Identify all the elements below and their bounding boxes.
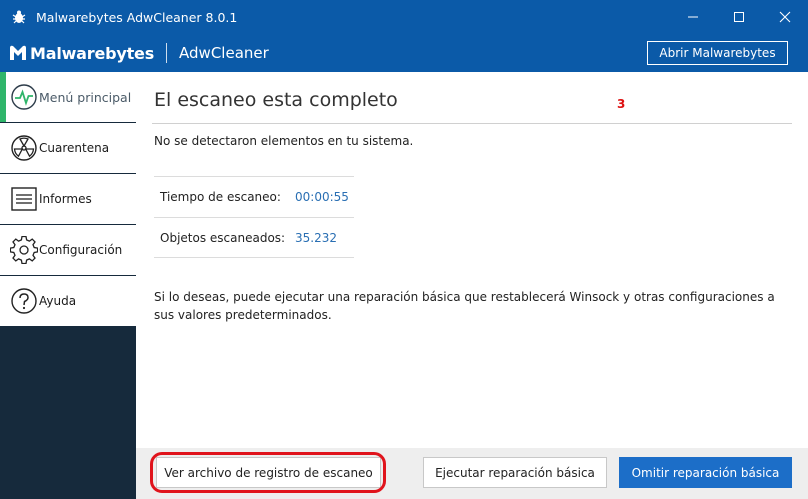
maximize-icon [734,12,744,22]
sidebar-item-quarantine[interactable]: Cuarentena [0,123,136,174]
header-divider [166,43,168,63]
sidebar-item-label: Menú principal [39,89,132,105]
radiation-icon [10,134,38,162]
close-button[interactable] [762,0,808,34]
app-header: Malwarebytes AdwCleaner Abrir Malwarebyt… [0,34,808,72]
malwarebytes-logo: Malwarebytes [8,43,154,63]
sidebar: Menú principal Cuarentena Informes Confi… [0,72,136,499]
pulse-icon [10,83,38,111]
sidebar-item-label: Configuración [39,243,123,257]
help-icon [10,287,38,315]
window-title: Malwarebytes AdwCleaner 8.0.1 [36,9,238,25]
stat-row-scan-time: Tiempo de escaneo: 00:00:55 [154,176,354,217]
sidebar-item-label: Cuarentena [39,141,110,155]
title-divider [152,123,792,124]
gear-icon [10,236,38,264]
stat-value: 35.232 [295,230,337,245]
logo-text: Malwarebytes [30,43,155,63]
title-bar: Malwarebytes AdwCleaner 8.0.1 [0,0,808,34]
view-scan-log-button[interactable]: Ver archivo de registro de escaneo [156,457,381,488]
run-basic-repair-button[interactable]: Ejecutar reparación básica [423,457,607,488]
open-malwarebytes-button[interactable]: Abrir Malwarebytes [647,41,788,65]
sidebar-item-label: Informes [39,192,92,206]
page-title: El escaneo esta completo [154,89,398,111]
stat-label: Tiempo de escaneo: [160,190,281,204]
basic-repair-description: Si lo deseas, puede ejecutar una reparac… [154,290,775,322]
stat-value: 00:00:55 [295,190,349,204]
action-footer: Ver archivo de registro de escaneo Ejecu… [136,448,808,499]
skip-basic-repair-button[interactable]: Omitir reparación básica [619,457,792,488]
report-icon [10,185,38,213]
stat-row-objects-scanned: Objetos escaneados: 35.232 [154,217,354,258]
sidebar-item-label: Ayuda [39,294,77,308]
no-elements-message: No se detectaron elementos en tu sistema… [154,134,414,148]
minimize-icon [688,16,698,18]
minimize-button[interactable] [670,0,716,34]
product-name: AdwCleaner [179,44,269,62]
sidebar-item-main-menu[interactable]: Menú principal [0,72,136,123]
stat-label: Objetos escaneados: [160,230,286,245]
sidebar-item-settings[interactable]: Configuración [0,225,136,276]
main-panel: El escaneo esta completo 3 No se detecta… [136,72,808,499]
window-controls [670,0,808,34]
sidebar-item-reports[interactable]: Informes [0,174,136,225]
maximize-button[interactable] [716,0,762,34]
app-bug-icon [8,6,30,28]
step-number-annotation: 3 [617,97,626,111]
sidebar-item-help[interactable]: Ayuda [0,276,136,327]
malwarebytes-logo-icon [10,45,26,60]
close-icon [779,11,791,23]
scan-stats-table: Tiempo de escaneo: 00:00:55 Objetos esca… [154,176,354,258]
